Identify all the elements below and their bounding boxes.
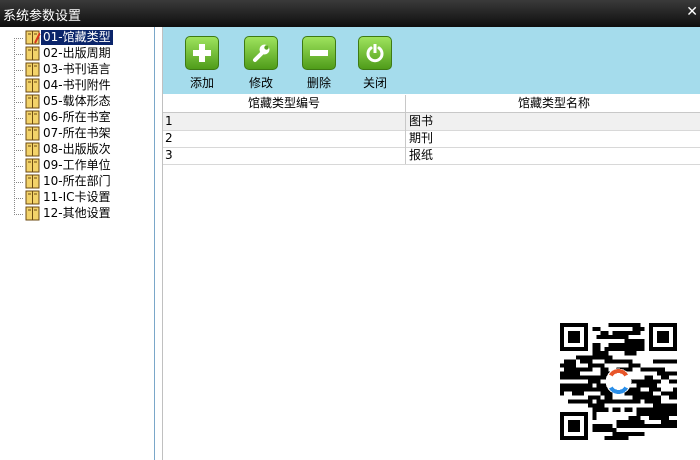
tree-item-label: 10-所在部门 <box>43 174 111 188</box>
book-icon <box>25 110 40 125</box>
close-button[interactable]: 关闭 <box>350 36 400 91</box>
tree-item-label: 03-书刊语言 <box>43 62 111 76</box>
tree-branch-line <box>14 134 23 135</box>
tree-item-label: 09-工作单位 <box>43 158 111 172</box>
title-bar: 系统参数设置 ✕ <box>0 0 700 27</box>
close-button-label: 关闭 <box>362 76 387 90</box>
window-title: 系统参数设置 <box>3 9 82 24</box>
column-header-name[interactable]: 馆藏类型名称 <box>407 95 700 112</box>
tree-branch-line <box>14 118 23 119</box>
book-icon <box>25 190 40 205</box>
tree-item-label: 08-出版版次 <box>43 142 111 156</box>
book-icon <box>25 206 40 221</box>
edit-button[interactable]: 修改 <box>236 36 286 91</box>
tree-item-label: 05-载体形态 <box>43 94 111 108</box>
cell-name: 图书 <box>409 114 434 128</box>
book-icon <box>25 62 40 77</box>
tree-branch-line <box>14 70 23 71</box>
delete-button[interactable]: 删除 <box>294 36 344 91</box>
plus-icon <box>185 36 219 70</box>
delete-button-label: 删除 <box>306 76 331 90</box>
add-button[interactable]: 添加 <box>177 36 227 91</box>
minus-icon <box>302 36 336 70</box>
book-icon <box>25 46 40 61</box>
close-icon[interactable]: ✕ <box>686 4 698 20</box>
tree-branch-line <box>14 182 23 183</box>
tree-branch-line <box>14 102 23 103</box>
cell-name: 报纸 <box>409 148 434 162</box>
tree-item-label: 07-所在书架 <box>43 126 111 140</box>
cell-code: 3 <box>163 147 406 164</box>
wrench-icon <box>244 36 278 70</box>
tree-branch-line <box>14 38 23 39</box>
power-icon <box>358 36 392 70</box>
cell-code: 2 <box>163 130 406 147</box>
book-icon <box>25 158 40 173</box>
tree-item-label: 02-出版周期 <box>43 46 111 60</box>
book-icon <box>25 78 40 93</box>
book-icon <box>25 142 40 157</box>
tree-item-label: 06-所在书室 <box>43 110 111 124</box>
tree-branch-line <box>14 214 23 215</box>
tree-branch-line <box>14 198 23 199</box>
edit-button-label: 修改 <box>248 76 273 90</box>
qr-code-image <box>560 323 677 440</box>
grid-header: 馆藏类型编号 馆藏类型名称 <box>163 95 700 113</box>
tree-branch-line <box>14 150 23 151</box>
book-icon <box>25 30 41 45</box>
toolbar: 添加 修改 删除 关闭 <box>163 27 700 94</box>
table-row[interactable]: 3 报纸 <box>163 147 700 165</box>
tree-item-label: 01-馆藏类型 <box>40 29 114 46</box>
book-icon <box>25 94 40 109</box>
tree-connector-line <box>14 38 15 215</box>
tree-branch-line <box>14 166 23 167</box>
table-row[interactable]: 1 图书 <box>163 113 700 131</box>
settings-tree: 01-馆藏类型 02-出版周期 03-书刊语言 04-书刊附件 05-载体形态 06-所在… <box>0 27 155 460</box>
cell-code: 1 <box>163 113 406 130</box>
tree-branch-line <box>14 86 23 87</box>
tree-item-label: 11-IC卡设置 <box>43 190 111 204</box>
table-row[interactable]: 2 期刊 <box>163 130 700 148</box>
cell-name: 期刊 <box>409 131 434 145</box>
book-icon <box>25 174 40 189</box>
book-icon <box>25 126 40 141</box>
add-button-label: 添加 <box>189 76 214 90</box>
tree-item-label: 04-书刊附件 <box>43 78 111 92</box>
tree-item-label: 12-其他设置 <box>43 206 111 220</box>
tree-branch-line <box>14 54 23 55</box>
column-header-code[interactable]: 馆藏类型编号 <box>163 95 406 112</box>
